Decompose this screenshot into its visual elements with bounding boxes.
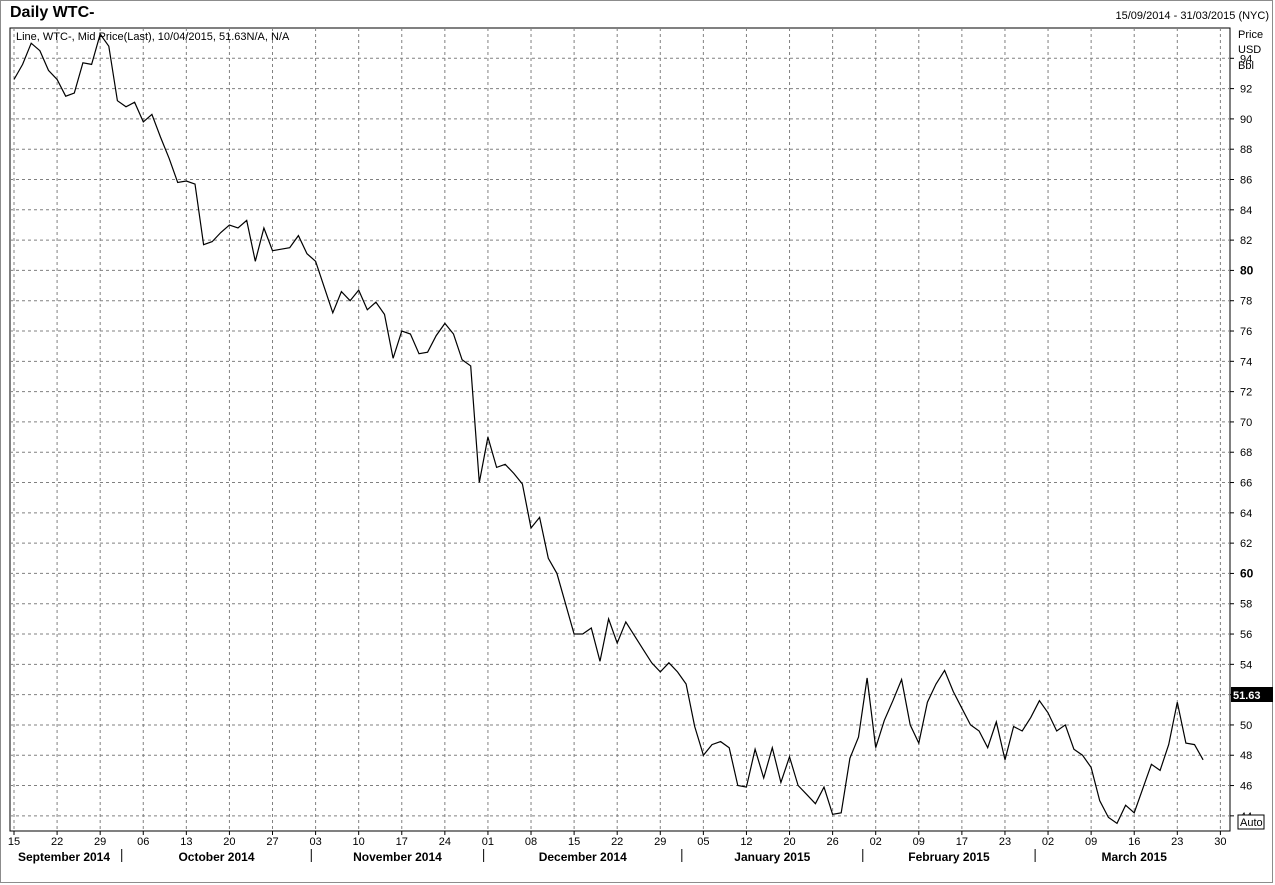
x-tick-label: 15: [8, 836, 20, 848]
month-label: February 2015: [908, 850, 990, 864]
x-tick-label: 16: [1128, 836, 1140, 848]
last-value-label: 51.63: [1233, 690, 1261, 702]
month-label: December 2014: [539, 850, 627, 864]
x-tick-label: 05: [697, 836, 709, 848]
month-label: November 2014: [353, 850, 442, 864]
x-tick-label: 27: [266, 836, 278, 848]
y-tick-label: 60: [1240, 566, 1254, 580]
y-tick-label: 92: [1240, 84, 1252, 96]
x-tick-label: 15: [568, 836, 580, 848]
price-chart[interactable]: Line, WTC-, Mid Price(Last), 10/04/2015,…: [0, 0, 1275, 885]
y-tick-label: 78: [1240, 296, 1252, 308]
month-label: March 2015: [1102, 850, 1168, 864]
month-label: October 2014: [178, 850, 254, 864]
x-tick-label: 17: [956, 836, 968, 848]
x-tick-label: 24: [439, 836, 451, 848]
y-tick-label: 88: [1240, 144, 1252, 156]
y-tick-label: 82: [1240, 235, 1252, 247]
x-axis: 15 22 29 06 13 20 27 03 10 17 24 01 08 15 22 29 05 12 20 26…: [8, 831, 1227, 864]
x-tick-label: 22: [611, 836, 623, 848]
y-tick-label: 68: [1240, 447, 1252, 459]
x-tick-label: 13: [180, 836, 192, 848]
x-tick-label: 29: [94, 836, 106, 848]
month-label: September 2014: [18, 850, 110, 864]
x-tick-label: 22: [51, 836, 63, 848]
y-tick-label: 54: [1240, 659, 1252, 671]
x-tick-label: 17: [396, 836, 408, 848]
month-label: January 2015: [734, 850, 810, 864]
x-tick-label: 08: [525, 836, 537, 848]
y-tick-label: 90: [1240, 114, 1252, 126]
x-tick-label: 12: [740, 836, 752, 848]
x-tick-label: 30: [1214, 836, 1226, 848]
x-tick-label: 10: [353, 836, 365, 848]
last-value-marker: 51.63: [1231, 687, 1273, 702]
y-tick-label: 64: [1240, 508, 1252, 520]
series-description: Line, WTC-, Mid Price(Last), 10/04/2015,…: [16, 31, 290, 43]
auto-scale-button[interactable]: Auto: [1237, 814, 1265, 830]
x-tick-label: 02: [1042, 836, 1054, 848]
y-tick-label: 46: [1240, 781, 1252, 793]
x-tick-label: 20: [783, 836, 795, 848]
x-tick-label: 06: [137, 836, 149, 848]
y-unit-price: Price: [1238, 29, 1263, 41]
x-tick-label: 23: [1171, 836, 1183, 848]
y-tick-label: 62: [1240, 538, 1252, 550]
x-tick-label: 26: [826, 836, 838, 848]
x-tick-label: 02: [870, 836, 882, 848]
x-tick-label: 20: [223, 836, 235, 848]
x-tick-label: 23: [999, 836, 1011, 848]
y-axis: Price USD Bbl 44464850525456586062646668…: [1230, 29, 1263, 823]
y-tick-label: 66: [1240, 478, 1252, 490]
y-tick-label: 86: [1240, 175, 1252, 187]
y-tick-label: 58: [1240, 599, 1252, 611]
y-tick-label: 94: [1240, 53, 1252, 65]
y-tick-label: 70: [1240, 417, 1252, 429]
y-tick-label: 80: [1240, 263, 1254, 277]
x-tick-label: 09: [1085, 836, 1097, 848]
y-tick-label: 74: [1240, 356, 1252, 368]
x-tick-label: 09: [913, 836, 925, 848]
x-tick-label: 01: [482, 836, 494, 848]
y-tick-label: 72: [1240, 387, 1252, 399]
y-tick-label: 56: [1240, 629, 1252, 641]
y-tick-label: 84: [1240, 205, 1252, 217]
y-tick-label: 76: [1240, 326, 1252, 338]
x-tick-label: 29: [654, 836, 666, 848]
y-tick-label: 48: [1240, 750, 1252, 762]
auto-scale-label: Auto: [1240, 817, 1263, 829]
x-tick-label: 03: [309, 836, 321, 848]
y-tick-label: 50: [1240, 720, 1252, 732]
